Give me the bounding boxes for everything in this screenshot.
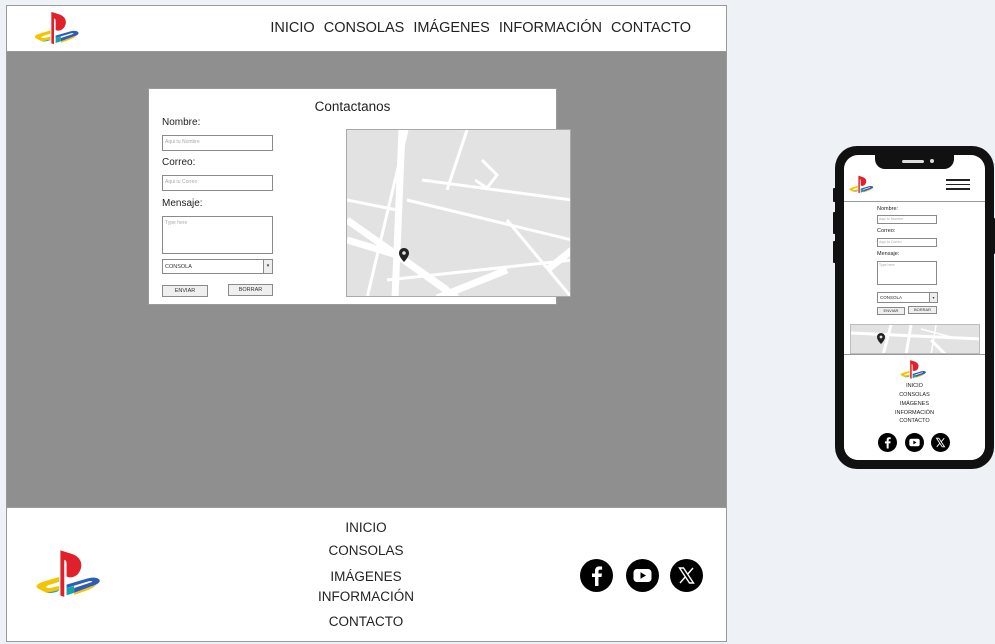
message-textarea[interactable]: Type here <box>162 216 273 254</box>
desktop-nav: INICIO CONSOLAS IMÁGENES INFORMACIÓN CON… <box>270 20 691 36</box>
phone-side-button <box>833 241 836 263</box>
phone-notch <box>875 155 954 169</box>
email-input[interactable]: Aqui tu Correo <box>162 175 273 191</box>
footer-link-contacto[interactable]: CONTACTO <box>329 614 404 629</box>
chevron-down-icon[interactable]: ▾ <box>263 260 272 273</box>
playstation-logo-icon[interactable] <box>33 546 107 604</box>
playstation-logo-icon[interactable] <box>899 359 929 381</box>
name-input[interactable]: Aqui tu Nombre <box>162 135 273 151</box>
youtube-icon[interactable] <box>905 433 924 452</box>
chevron-down-icon[interactable]: ▾ <box>929 293 937 302</box>
mobile-map-streets <box>851 325 979 353</box>
nav-informacion[interactable]: INFORMACIÓN <box>499 20 602 36</box>
mobile-message-label: Mensaje: <box>877 251 900 257</box>
mobile-header <box>844 169 985 202</box>
footer-link-informacion[interactable]: INFORMACIÓN <box>318 589 414 604</box>
footer-link-imagenes[interactable]: IMÁGENES <box>330 569 401 584</box>
name-label: Nombre: <box>162 117 201 128</box>
mobile-screen: Nombre: Aqui tu Nombre Correo: Aqui tu C… <box>844 155 985 460</box>
desktop-header: INICIO CONSOLAS IMÁGENES INFORMACIÓN CON… <box>7 6 726 52</box>
message-label: Mensaje: <box>162 198 203 209</box>
nav-consolas[interactable]: CONSOLAS <box>324 20 405 36</box>
mobile-clear-button[interactable]: BORRAR <box>908 306 937 314</box>
desktop-main: Contactanos Nombre: Aqui tu Nombre Corre… <box>7 52 726 507</box>
x-twitter-icon[interactable] <box>931 433 950 452</box>
playstation-logo-icon[interactable] <box>31 10 85 48</box>
nav-contacto[interactable]: CONTACTO <box>611 20 691 36</box>
x-twitter-icon[interactable] <box>670 559 703 592</box>
nav-imagenes[interactable]: IMÁGENES <box>413 20 490 36</box>
camera-icon <box>930 159 934 163</box>
mobile-message-textarea[interactable]: Type here <box>877 261 937 285</box>
footer-link-consolas[interactable]: CONSOLAS <box>328 543 403 558</box>
phone-side-button <box>833 212 836 234</box>
mobile-footer-link-informacion[interactable]: INFORMACIÓN <box>844 410 985 416</box>
mobile-footer: INICIO CONSOLAS IMÁGENES INFORMACIÓN CON… <box>844 354 985 460</box>
mobile-email-label: Correo: <box>877 228 896 234</box>
hamburger-menu-icon[interactable] <box>946 179 970 191</box>
nav-inicio[interactable]: INICIO <box>270 20 314 36</box>
mobile-send-button[interactable]: ENVIAR <box>877 307 905 315</box>
mobile-console-select-value: CONSOLA <box>880 295 903 300</box>
contact-card: Contactanos Nombre: Aqui tu Nombre Corre… <box>148 88 571 305</box>
mobile-name-input[interactable]: Aqui tu Nombre <box>877 215 937 224</box>
facebook-icon[interactable] <box>878 433 897 452</box>
mobile-location-map[interactable] <box>850 324 980 354</box>
console-select[interactable]: CONSOLA ▾ <box>162 259 273 274</box>
map-streets <box>347 130 570 296</box>
playstation-logo-icon[interactable] <box>848 174 876 196</box>
clear-button[interactable]: BORRAR <box>228 284 273 296</box>
speaker <box>902 160 924 163</box>
desktop-mockup: INICIO CONSOLAS IMÁGENES INFORMACIÓN CON… <box>6 5 727 642</box>
footer-link-inicio[interactable]: INICIO <box>345 520 386 535</box>
youtube-icon[interactable] <box>626 559 659 592</box>
mobile-footer-link-inicio[interactable]: INICIO <box>844 383 985 389</box>
phone-side-button <box>833 188 836 202</box>
mobile-email-input[interactable]: Aqui tu Correo <box>877 238 937 247</box>
console-select-value: CONSOLA <box>165 264 192 270</box>
mobile-name-label: Nombre: <box>877 206 899 212</box>
contact-title: Contactanos <box>314 99 391 114</box>
send-button[interactable]: ENVIAR <box>162 285 208 297</box>
facebook-icon[interactable] <box>580 559 613 592</box>
location-map[interactable] <box>346 129 571 297</box>
mobile-footer-link-imagenes[interactable]: IMÁGENES <box>844 401 985 407</box>
mobile-mockup: Nombre: Aqui tu Nombre Correo: Aqui tu C… <box>833 146 995 469</box>
mobile-footer-link-consolas[interactable]: CONSOLAS <box>844 392 985 398</box>
mobile-main: Nombre: Aqui tu Nombre Correo: Aqui tu C… <box>844 203 985 354</box>
location-pin-icon[interactable] <box>877 333 885 344</box>
email-label: Correo: <box>162 157 196 168</box>
desktop-footer: INICIO CONSOLAS IMÁGENES INFORMACIÓN CON… <box>7 507 726 641</box>
mobile-footer-link-contacto[interactable]: CONTACTO <box>844 418 985 424</box>
mobile-console-select[interactable]: CONSOLA ▾ <box>877 292 938 303</box>
